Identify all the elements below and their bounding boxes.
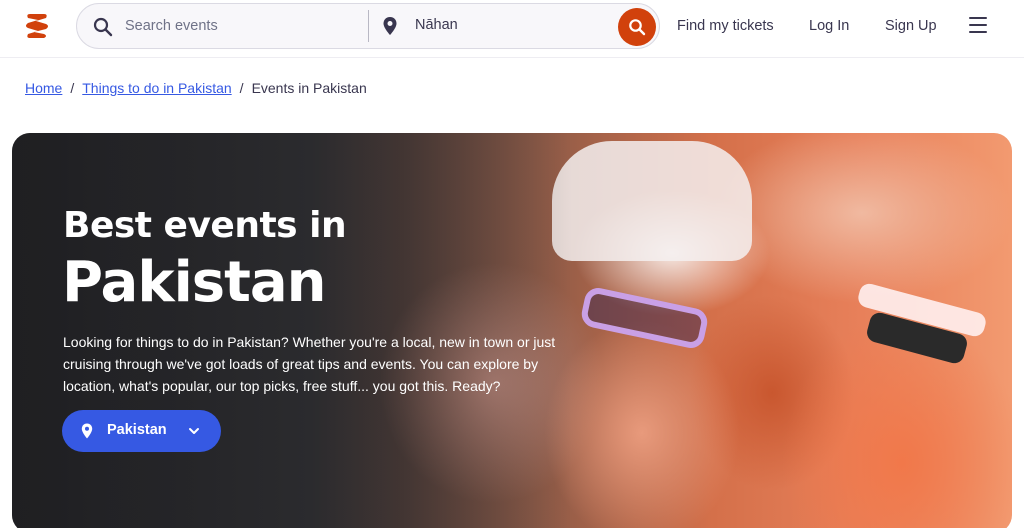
hero-description: Looking for things to do in Pakistan? Wh… — [63, 334, 556, 394]
search-submit-button[interactable] — [618, 8, 656, 46]
log-in-link[interactable]: Log In — [809, 18, 849, 34]
location-select-label: Pakistan — [107, 422, 167, 438]
hero-title-line2: Pakistan — [62, 250, 327, 315]
hero-photo-sunglasses — [579, 285, 710, 351]
breadcrumb-separator: / — [239, 80, 244, 96]
hero-banner: Best events in Pakistan Looking for thin… — [12, 133, 1012, 528]
breadcrumb-home-link[interactable]: Home — [25, 80, 62, 96]
location-input[interactable]: Nāhan — [415, 17, 458, 33]
search-input[interactable] — [125, 14, 365, 38]
find-my-tickets-link[interactable]: Find my tickets — [677, 18, 774, 34]
search-icon — [629, 19, 646, 36]
chevron-down-icon — [189, 428, 199, 434]
hero-photo-hat — [552, 141, 752, 261]
eventbrite-logo-icon[interactable] — [24, 12, 50, 40]
breadcrumb-current: Events in Pakistan — [251, 80, 367, 96]
top-header: Nāhan Find my tickets Log In Sign Up — [0, 0, 1024, 58]
breadcrumb-separator: / — [70, 80, 75, 96]
search-icon — [93, 17, 113, 37]
search-bar: Nāhan — [76, 3, 660, 49]
sign-up-link[interactable]: Sign Up — [885, 18, 937, 34]
breadcrumb: Home / Things to do in Pakistan / Events in … — [25, 80, 367, 96]
breadcrumb-things-to-do-link[interactable]: Things to do in Pakistan — [82, 80, 231, 96]
hamburger-menu-icon[interactable] — [969, 17, 987, 33]
hero-title-line1: Best events in — [63, 205, 347, 246]
search-divider — [368, 10, 369, 42]
location-select-button[interactable]: Pakistan — [62, 410, 221, 452]
location-pin-icon — [383, 17, 397, 35]
location-pin-icon — [81, 423, 93, 439]
